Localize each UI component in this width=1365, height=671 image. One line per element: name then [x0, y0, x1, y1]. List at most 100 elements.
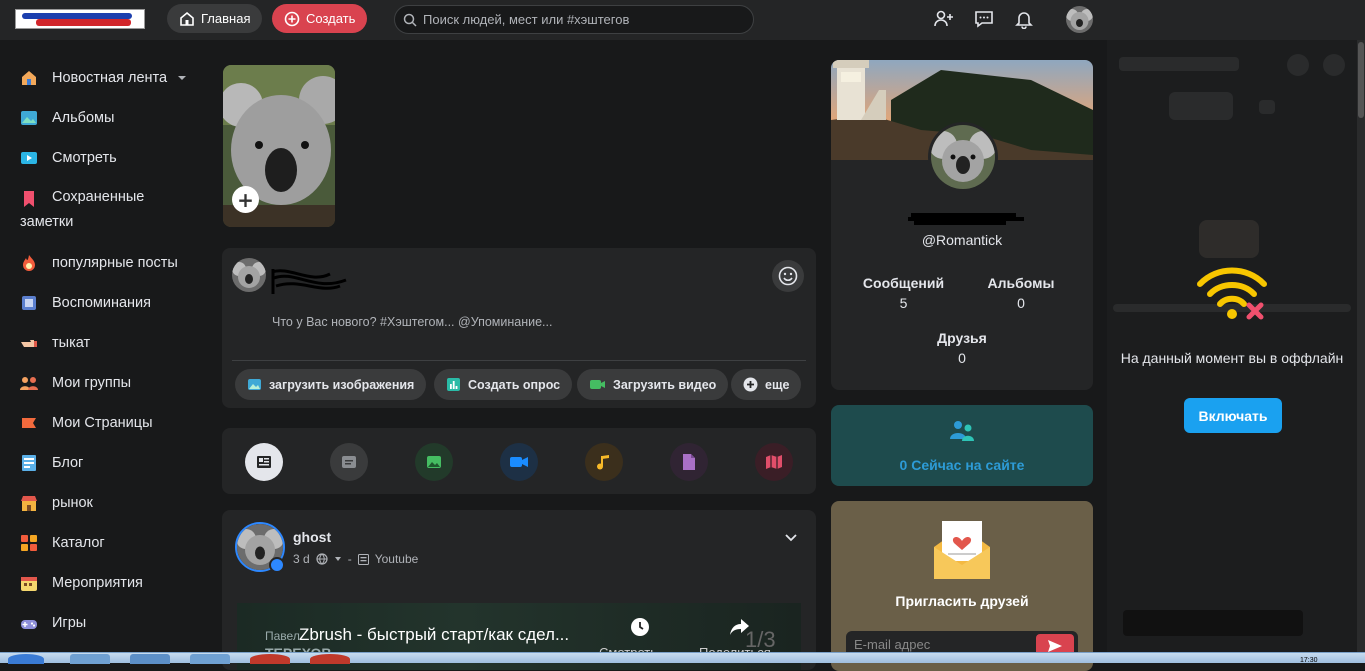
sidebar-item-label: популярные посты — [52, 255, 178, 271]
sidebar-item-label: Блог — [52, 455, 84, 471]
invite-friends-card: Пригласить друзей — [831, 501, 1093, 671]
more-options-button[interactable]: еще — [731, 369, 802, 400]
filter-maps-button[interactable] — [755, 443, 793, 481]
music-note-icon — [597, 455, 609, 470]
scrollbar-thumb[interactable] — [1358, 42, 1364, 118]
filter-all-button[interactable] — [245, 443, 283, 481]
chat-close-placeholder — [1323, 54, 1345, 76]
online-users-card[interactable]: 0 Сейчас на сайте — [831, 405, 1093, 486]
page-scrollbar[interactable] — [1357, 40, 1365, 663]
filter-text-button[interactable] — [330, 443, 368, 481]
stat-friends[interactable]: Друзья 0 — [911, 330, 1013, 366]
add-friend-button[interactable] — [933, 8, 955, 30]
feed-post: ghost 3 d - Youtube Павел ТЕРЕХОВ Zbrush… — [222, 510, 816, 670]
filter-music-button[interactable] — [585, 443, 623, 481]
chat-tab2-placeholder — [1259, 100, 1275, 114]
messages-button[interactable] — [973, 8, 995, 30]
invite-email-input[interactable] — [854, 637, 1024, 652]
sidebar-item-poke[interactable]: тыкат — [20, 334, 90, 352]
newspaper-icon — [257, 456, 271, 468]
sidebar-item-saved-notes-line2[interactable]: заметки — [20, 214, 73, 230]
sidebar-item-market[interactable]: рынок — [20, 494, 93, 512]
video-channel-text: Павел — [265, 629, 300, 643]
fire-icon — [20, 254, 38, 272]
invite-title: Пригласить друзей — [895, 593, 1029, 609]
clock-icon[interactable] — [630, 617, 650, 637]
site-logo[interactable] — [15, 9, 145, 29]
create-button[interactable]: Создать — [272, 4, 368, 33]
composer-placeholder[interactable]: Что у Вас нового? #Хэштегом... @Упоминан… — [272, 315, 552, 329]
sidebar-item-news-feed[interactable]: Новостная лента — [20, 69, 187, 87]
sidebar-item-watch[interactable]: Смотреть — [20, 149, 117, 167]
add-story-button[interactable]: + — [232, 186, 259, 213]
bookmark-icon — [20, 190, 38, 208]
sidebar-item-blog[interactable]: Блог — [20, 454, 83, 472]
file-icon — [683, 454, 695, 470]
sidebar-item-my-groups[interactable]: Мои группы — [20, 374, 131, 392]
upload-images-label: загрузить изображения — [269, 377, 415, 392]
plus-circle-icon — [743, 377, 758, 392]
sidebar-item-my-pages[interactable]: Мои Страницы — [20, 414, 153, 432]
stat-label: Сообщений — [862, 275, 945, 291]
globe-icon — [316, 553, 328, 565]
filter-photos-button[interactable] — [415, 443, 453, 481]
sidebar-item-label: Альбомы — [52, 110, 115, 126]
video-title[interactable]: Zbrush - быстрый старт/как сдел... — [299, 625, 569, 645]
sidebar-item-memories[interactable]: Воспоминания — [20, 294, 151, 312]
sidebar-item-games[interactable]: Игры — [20, 614, 86, 632]
upload-video-label: Загрузить видео — [613, 377, 717, 392]
upload-images-button[interactable]: загрузить изображения — [235, 369, 427, 400]
more-label: еще — [765, 377, 790, 392]
post-source[interactable]: Youtube — [375, 552, 419, 566]
emoji-button[interactable] — [772, 260, 804, 292]
home-button[interactable]: Главная — [167, 4, 263, 33]
video-camera-icon — [510, 457, 528, 467]
composer-divider — [232, 360, 806, 361]
sidebar-item-catalog[interactable]: Каталог — [20, 534, 105, 552]
caret-down-icon[interactable] — [334, 555, 342, 563]
chat-settings-placeholder — [1287, 54, 1309, 76]
stat-value: 0 — [1017, 295, 1025, 311]
search-icon — [403, 13, 417, 27]
house-icon — [20, 69, 38, 87]
sidebar-item-events[interactable]: Мероприятия — [20, 574, 143, 592]
sidebar-item-albums[interactable]: Альбомы — [20, 109, 114, 127]
stat-value: 0 — [958, 350, 966, 366]
filter-videos-button[interactable] — [500, 443, 538, 481]
filter-files-button[interactable] — [670, 443, 708, 481]
user-avatar-button[interactable] — [1066, 6, 1093, 33]
image-icon — [248, 379, 261, 390]
poll-icon — [447, 378, 460, 391]
sidebar-item-label: Мои Страницы — [52, 415, 153, 431]
sidebar-item-saved-notes[interactable]: Сохраненные — [20, 189, 144, 208]
post-time[interactable]: 3 d — [293, 552, 310, 566]
youtube-icon — [357, 553, 369, 565]
profile-username[interactable]: @Romantick — [831, 232, 1093, 248]
search-box[interactable] — [394, 5, 754, 34]
feed-filter-bar — [222, 428, 816, 494]
chevron-down-icon[interactable] — [784, 530, 798, 544]
stat-label: Альбомы — [987, 275, 1055, 291]
upload-video-button[interactable]: Загрузить видео — [577, 369, 729, 400]
stat-albums[interactable]: Альбомы 0 — [971, 275, 1071, 311]
play-icon — [20, 149, 38, 167]
notifications-button[interactable] — [1013, 8, 1035, 30]
sidebar-item-label: заметки — [20, 214, 74, 230]
search-input[interactable] — [423, 12, 743, 27]
post-meta-separator: - — [347, 552, 352, 566]
stat-value: 5 — [899, 295, 908, 311]
create-poll-button[interactable]: Создать опрос — [434, 369, 573, 400]
gamepad-icon — [20, 614, 38, 632]
post-meta: 3 d - Youtube — [293, 552, 418, 566]
sidebar-item-popular-posts[interactable]: популярные посты — [20, 254, 178, 272]
wifi-offline-icon — [1197, 267, 1267, 320]
stat-messages[interactable]: Сообщений 5 — [851, 275, 956, 311]
caret-down-icon[interactable] — [177, 73, 187, 83]
sidebar-item-label: Мои группы — [52, 375, 131, 391]
profile-avatar[interactable] — [928, 122, 998, 192]
post-author-name[interactable]: ghost — [293, 529, 331, 545]
stat-label: Друзья — [937, 330, 987, 346]
chat-users-placeholder — [1199, 220, 1259, 258]
enable-chat-button[interactable]: Включать — [1184, 398, 1282, 433]
picture-icon — [20, 109, 38, 127]
